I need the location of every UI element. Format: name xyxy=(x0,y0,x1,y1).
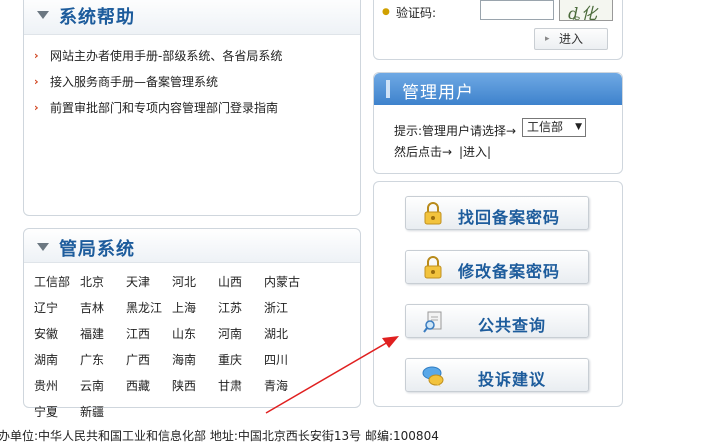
region-link[interactable]: 工信部 xyxy=(34,269,80,295)
region-link[interactable]: 河北 xyxy=(172,269,218,295)
region-link[interactable]: 山东 xyxy=(172,321,218,347)
region-link[interactable]: 广东 xyxy=(80,347,126,373)
public-query-button[interactable]: 公共查询 xyxy=(405,304,589,338)
collapse-triangle-icon[interactable] xyxy=(37,243,49,251)
region-link[interactable]: 山西 xyxy=(218,269,264,295)
bullet-arrow-icon: › xyxy=(34,49,39,62)
enter-button[interactable]: ▸ 进入 xyxy=(534,28,608,50)
modify-password-button[interactable]: 修改备案密码 xyxy=(405,250,589,284)
region-link[interactable]: 青海 xyxy=(264,373,310,399)
region-link[interactable]: 贵州 xyxy=(34,373,80,399)
bullet-arrow-icon: › xyxy=(34,101,39,114)
region-link[interactable]: 四川 xyxy=(264,347,310,373)
action-buttons-panel: 找回备案密码 修改备案密码 公共查询 投诉建议 xyxy=(373,181,623,407)
bureau-system-panel: 管局系统 工信部 北京 天津 河北 山西 内蒙古辽宁 吉林 黑龙江 上海 江苏 浙江安徽 福建 江西 山东… xyxy=(23,228,361,419)
region-link[interactable]: 天津 xyxy=(126,269,172,295)
region-link[interactable]: 新疆 xyxy=(80,399,126,425)
header-bar-icon xyxy=(386,80,390,98)
login-panel: ● 验证码: ȡ化ƚ5 ▸ 进入 xyxy=(373,0,623,60)
system-help-title: 系统帮助 xyxy=(59,7,135,28)
region-link[interactable]: 河南 xyxy=(218,321,264,347)
help-link-list: › 网站主办者使用手册-部级系统、各省局系统 › 接入服务商手册—备案管理系统 › 前… xyxy=(24,35,360,121)
help-link-approval-guide[interactable]: › 前置审批部门和专项内容管理部门登录指南 xyxy=(24,95,360,121)
bullet-dot-icon: ● xyxy=(382,7,390,17)
region-link[interactable]: 宁夏 xyxy=(34,399,80,425)
region-link[interactable]: 重庆 xyxy=(218,347,264,373)
region-link[interactable]: 安徽 xyxy=(34,321,80,347)
dropdown-arrow-icon: ▼ xyxy=(575,122,582,132)
admin-hint-text: 提示:管理用户请选择→ xyxy=(394,124,517,138)
retrieve-password-button[interactable]: 找回备案密码 xyxy=(405,196,589,230)
collapse-triangle-icon[interactable] xyxy=(37,11,49,19)
bureau-system-title: 管局系统 xyxy=(59,239,135,260)
captcha-image[interactable]: ȡ化ƚ5 xyxy=(559,0,613,21)
complaint-button[interactable]: 投诉建议 xyxy=(405,358,589,392)
region-link[interactable]: 内蒙古 xyxy=(264,269,310,295)
help-link-isp-manual[interactable]: › 接入服务商手册—备案管理系统 xyxy=(24,69,360,95)
captcha-input[interactable] xyxy=(480,0,554,20)
admin-enter-link[interactable]: |进入| xyxy=(459,143,491,160)
bullet-arrow-icon: › xyxy=(34,75,39,88)
region-link[interactable]: 西藏 xyxy=(126,373,172,399)
region-link[interactable]: 陕西 xyxy=(172,373,218,399)
region-link-grid: 工信部 北京 天津 河北 山西 内蒙古辽宁 吉林 黑龙江 上海 江苏 浙江安徽 福建 江西 山东 河南 湖北湖… xyxy=(34,269,354,425)
region-link[interactable]: 福建 xyxy=(80,321,126,347)
admin-then-text: 然后点击→ xyxy=(394,145,453,159)
lock-icon xyxy=(424,202,442,225)
system-help-panel: 系统帮助 › 网站主办者使用手册-部级系统、各省局系统 › 接入服务商手册—备案管理… xyxy=(23,0,361,216)
region-link[interactable]: 江苏 xyxy=(218,295,264,321)
chat-bubble-icon xyxy=(422,366,444,387)
footer-info: 办单位:中华人民共和国工业和信息化部 地址:中国北京西长安街13号 邮编:100… xyxy=(0,429,439,443)
admin-user-title: 管理用户 xyxy=(402,83,474,103)
region-link[interactable]: 甘肃 xyxy=(218,373,264,399)
region-link[interactable]: 黑龙江 xyxy=(126,295,172,321)
search-document-icon xyxy=(423,311,442,333)
bureau-system-header: 管局系统 xyxy=(24,229,360,263)
region-link[interactable]: 湖南 xyxy=(34,347,80,373)
region-link[interactable]: 湖北 xyxy=(264,321,310,347)
admin-user-header: 管理用户 xyxy=(374,73,622,105)
region-link[interactable]: 广西 xyxy=(126,347,172,373)
region-link[interactable]: 云南 xyxy=(80,373,126,399)
help-link-website-manual[interactable]: › 网站主办者使用手册-部级系统、各省局系统 xyxy=(24,43,360,69)
system-help-header: 系统帮助 xyxy=(24,0,360,35)
captcha-label: 验证码: xyxy=(396,6,437,20)
enter-arrow-icon: ▸ xyxy=(545,34,550,44)
region-link[interactable]: 辽宁 xyxy=(34,295,80,321)
lock-icon xyxy=(424,256,442,279)
region-link[interactable]: 浙江 xyxy=(264,295,310,321)
region-link[interactable]: 上海 xyxy=(172,295,218,321)
region-link[interactable]: 北京 xyxy=(80,269,126,295)
admin-org-select[interactable]: 工信部 ▼ xyxy=(522,118,586,137)
region-link[interactable]: 吉林 xyxy=(80,295,126,321)
admin-user-panel: 管理用户 提示:管理用户请选择→ 工信部 ▼ 然后点击→ |进入| xyxy=(373,72,623,174)
region-link[interactable]: 海南 xyxy=(172,347,218,373)
region-link[interactable]: 江西 xyxy=(126,321,172,347)
